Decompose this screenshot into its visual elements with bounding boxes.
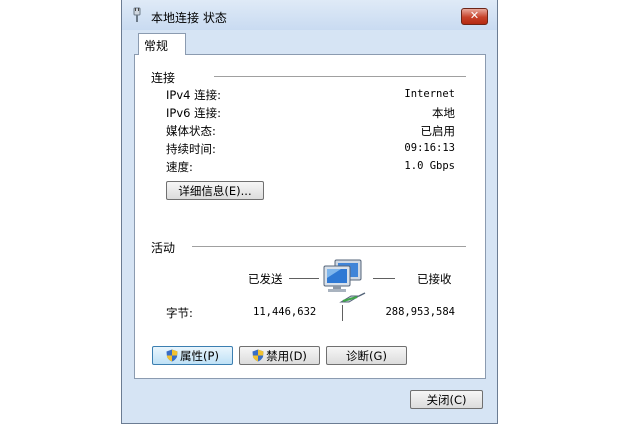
media-state-value: 已启用 <box>420 124 456 138</box>
speed-value: 1.0 Gbps <box>404 160 455 172</box>
activity-section-title: 活动 <box>151 241 176 255</box>
received-dash <box>373 278 395 279</box>
bytes-label: 字节: <box>166 306 193 320</box>
network-plug-icon <box>133 7 141 22</box>
ipv6-label: IPv6 连接: <box>166 106 221 120</box>
uac-shield-icon <box>252 349 264 362</box>
sent-dash <box>289 278 319 279</box>
window-title: 本地连接 状态 <box>151 11 227 25</box>
details-button[interactable]: 详细信息(E)... <box>166 181 264 200</box>
activity-divider <box>192 246 466 247</box>
close-button[interactable]: 关闭(C) <box>410 390 483 409</box>
ipv4-label: IPv4 连接: <box>166 88 221 102</box>
ipv4-value: Internet <box>404 88 455 100</box>
diagnose-button[interactable]: 诊断(G) <box>326 346 407 365</box>
general-panel: 连接 IPv4 连接: Internet IPv6 连接: 本地 媒体状态: 已… <box>134 54 486 379</box>
bytes-sent-value: 11,446,632 <box>253 306 317 318</box>
network-computer-icon <box>323 259 366 303</box>
window-close-button[interactable]: ✕ <box>461 8 488 25</box>
status-dialog: 本地连接 状态 ✕ 常规 连接 IPv4 连接: Internet IPv6 连… <box>121 0 498 424</box>
received-label: 已接收 <box>417 272 452 286</box>
connection-section-title: 连接 <box>151 71 176 85</box>
activity-center-line <box>342 305 343 321</box>
speed-label: 速度: <box>166 160 193 174</box>
media-state-label: 媒体状态: <box>166 124 216 138</box>
duration-label: 持续时间: <box>166 142 216 156</box>
tab-general[interactable]: 常规 <box>138 33 186 55</box>
ipv6-value: 本地 <box>432 106 455 120</box>
uac-shield-icon <box>166 349 178 362</box>
properties-button-label: 属性(P) <box>180 348 219 363</box>
disable-button-label: 禁用(D) <box>266 348 307 363</box>
disable-button[interactable]: 禁用(D) <box>239 346 320 365</box>
properties-button[interactable]: 属性(P) <box>152 346 233 365</box>
sent-label: 已发送 <box>248 272 283 286</box>
duration-value: 09:16:13 <box>404 142 455 154</box>
bytes-received-value: 288,953,584 <box>385 306 455 318</box>
connection-divider <box>214 76 466 77</box>
title-bar[interactable]: 本地连接 状态 ✕ <box>122 0 497 30</box>
